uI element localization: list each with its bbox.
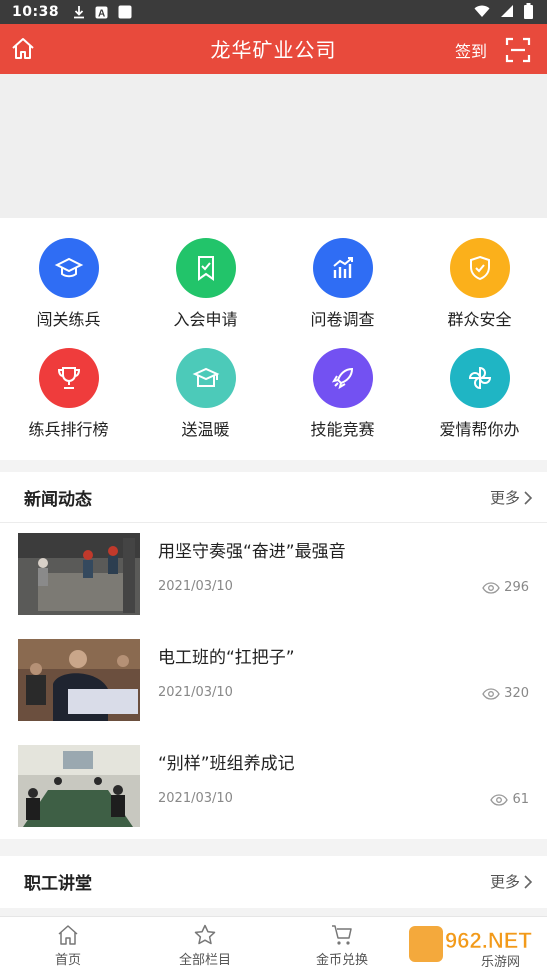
- lecture-section: 职工讲堂 更多: [0, 856, 547, 908]
- scan-icon[interactable]: [505, 37, 531, 63]
- more-button[interactable]: 更多: [490, 487, 533, 508]
- more-button[interactable]: 更多: [490, 871, 533, 892]
- tab-label: 首页: [54, 953, 81, 968]
- app-a-icon: A: [95, 6, 108, 19]
- feature-item-survey[interactable]: 问卷调查: [274, 238, 411, 330]
- news-item[interactable]: 用坚守奏强“奋进”最强音 2021/03/10 296: [0, 523, 547, 629]
- news-title: “别样”班组养成记: [158, 754, 295, 774]
- shield-check-icon: [449, 238, 510, 298]
- news-title: 电工班的“扛把子”: [158, 648, 295, 668]
- news-date: 2021/03/10: [158, 791, 233, 806]
- trophy-icon: [38, 348, 99, 408]
- news-date: 2021/03/10: [158, 685, 233, 700]
- bar-chart-trend-icon: [312, 238, 373, 298]
- pinwheel-icon: [449, 348, 510, 408]
- feature-label: 送温暖: [181, 420, 230, 439]
- watermark-logo: 962.NET 乐游网: [401, 922, 541, 970]
- eye-icon: [482, 687, 500, 700]
- feature-label: 问卷调查: [310, 310, 375, 329]
- feature-label: 群众安全: [447, 310, 512, 329]
- news-thumbnail: [18, 745, 140, 827]
- battery-icon: [524, 3, 533, 19]
- feature-item-join[interactable]: 入会申请: [137, 238, 274, 330]
- more-label: 更多: [489, 873, 520, 891]
- feature-item-love[interactable]: 爱情帮你办: [411, 348, 547, 440]
- feature-item-skills[interactable]: 技能竞赛: [274, 348, 411, 440]
- app-header: 龙华矿业公司 签到: [0, 24, 547, 74]
- feature-grid: 闯关练兵 入会申请 问卷调查 群众安全 练兵排行榜 送温暖 技能竞赛 爱情帮你办: [0, 218, 547, 460]
- view-count: 320: [482, 686, 529, 701]
- feature-label: 爱情帮你办: [439, 420, 520, 439]
- home-icon: [58, 925, 78, 945]
- lecture-section-header: 职工讲堂 更多: [0, 856, 547, 906]
- svg-text:A: A: [98, 8, 105, 19]
- news-item[interactable]: 电工班的“扛把子” 2021/03/10 320: [0, 629, 547, 735]
- view-count: 296: [482, 580, 529, 595]
- banner-area[interactable]: [0, 74, 547, 218]
- eye-icon: [490, 793, 509, 806]
- feature-label: 技能竞赛: [310, 420, 375, 439]
- square-notification-icon: [118, 5, 132, 19]
- feature-item-ranking[interactable]: 练兵排行榜: [0, 348, 137, 440]
- download-icon: [74, 6, 85, 19]
- tab-label: 金币兑换: [315, 953, 368, 968]
- feature-item-warmth[interactable]: 送温暖: [137, 348, 274, 440]
- more-label: 更多: [489, 489, 520, 507]
- bookmark-check-icon: [175, 238, 236, 298]
- tab-all-columns[interactable]: 全部栏目: [150, 923, 260, 968]
- signin-button[interactable]: 签到: [455, 38, 487, 62]
- graduation-box-icon: [175, 348, 236, 408]
- news-thumbnail: [18, 533, 140, 615]
- tab-coin-exchange[interactable]: 金币兑换: [287, 923, 397, 968]
- view-count-value: 296: [504, 580, 529, 595]
- news-section-header: 新闻动态 更多: [0, 472, 547, 523]
- section-title: 职工讲堂: [24, 874, 92, 894]
- feature-item-practice[interactable]: 闯关练兵: [0, 238, 137, 330]
- tab-label: 全部栏目: [178, 953, 231, 968]
- news-title: 用坚守奏强“奋进”最强音: [158, 542, 346, 562]
- feature-label: 入会申请: [173, 310, 238, 329]
- status-bar: 10:38 A: [0, 0, 547, 24]
- feature-label: 闯关练兵: [36, 310, 101, 329]
- tab-home[interactable]: 首页: [13, 923, 123, 968]
- rocket-icon: [312, 348, 373, 408]
- chevron-right-icon: [524, 874, 533, 889]
- view-count-value: 61: [512, 792, 529, 807]
- view-count: 61: [490, 792, 529, 807]
- chevron-right-icon: [524, 490, 533, 505]
- graduation-cap-icon: [38, 238, 99, 298]
- news-item[interactable]: “别样”班组养成记 2021/03/10 61: [0, 735, 547, 841]
- news-section: 新闻动态 更多 用坚守奏强“奋进”最强音 2021/03/10 296 电工班的…: [0, 472, 547, 839]
- status-time: 10:38: [12, 4, 60, 20]
- view-count-value: 320: [504, 686, 529, 701]
- watermark-subtext: 乐游网: [481, 955, 520, 970]
- eye-icon: [482, 581, 500, 594]
- cart-icon: [332, 925, 352, 945]
- feature-label: 练兵排行榜: [28, 420, 109, 439]
- signal-icon: [501, 5, 513, 17]
- watermark-text: 962.NET: [445, 928, 532, 953]
- news-thumbnail: [18, 639, 140, 721]
- star-icon: [194, 924, 216, 945]
- section-title: 新闻动态: [24, 490, 92, 510]
- feature-item-safety[interactable]: 群众安全: [411, 238, 547, 330]
- news-date: 2021/03/10: [158, 579, 233, 594]
- wifi-icon: [474, 5, 490, 17]
